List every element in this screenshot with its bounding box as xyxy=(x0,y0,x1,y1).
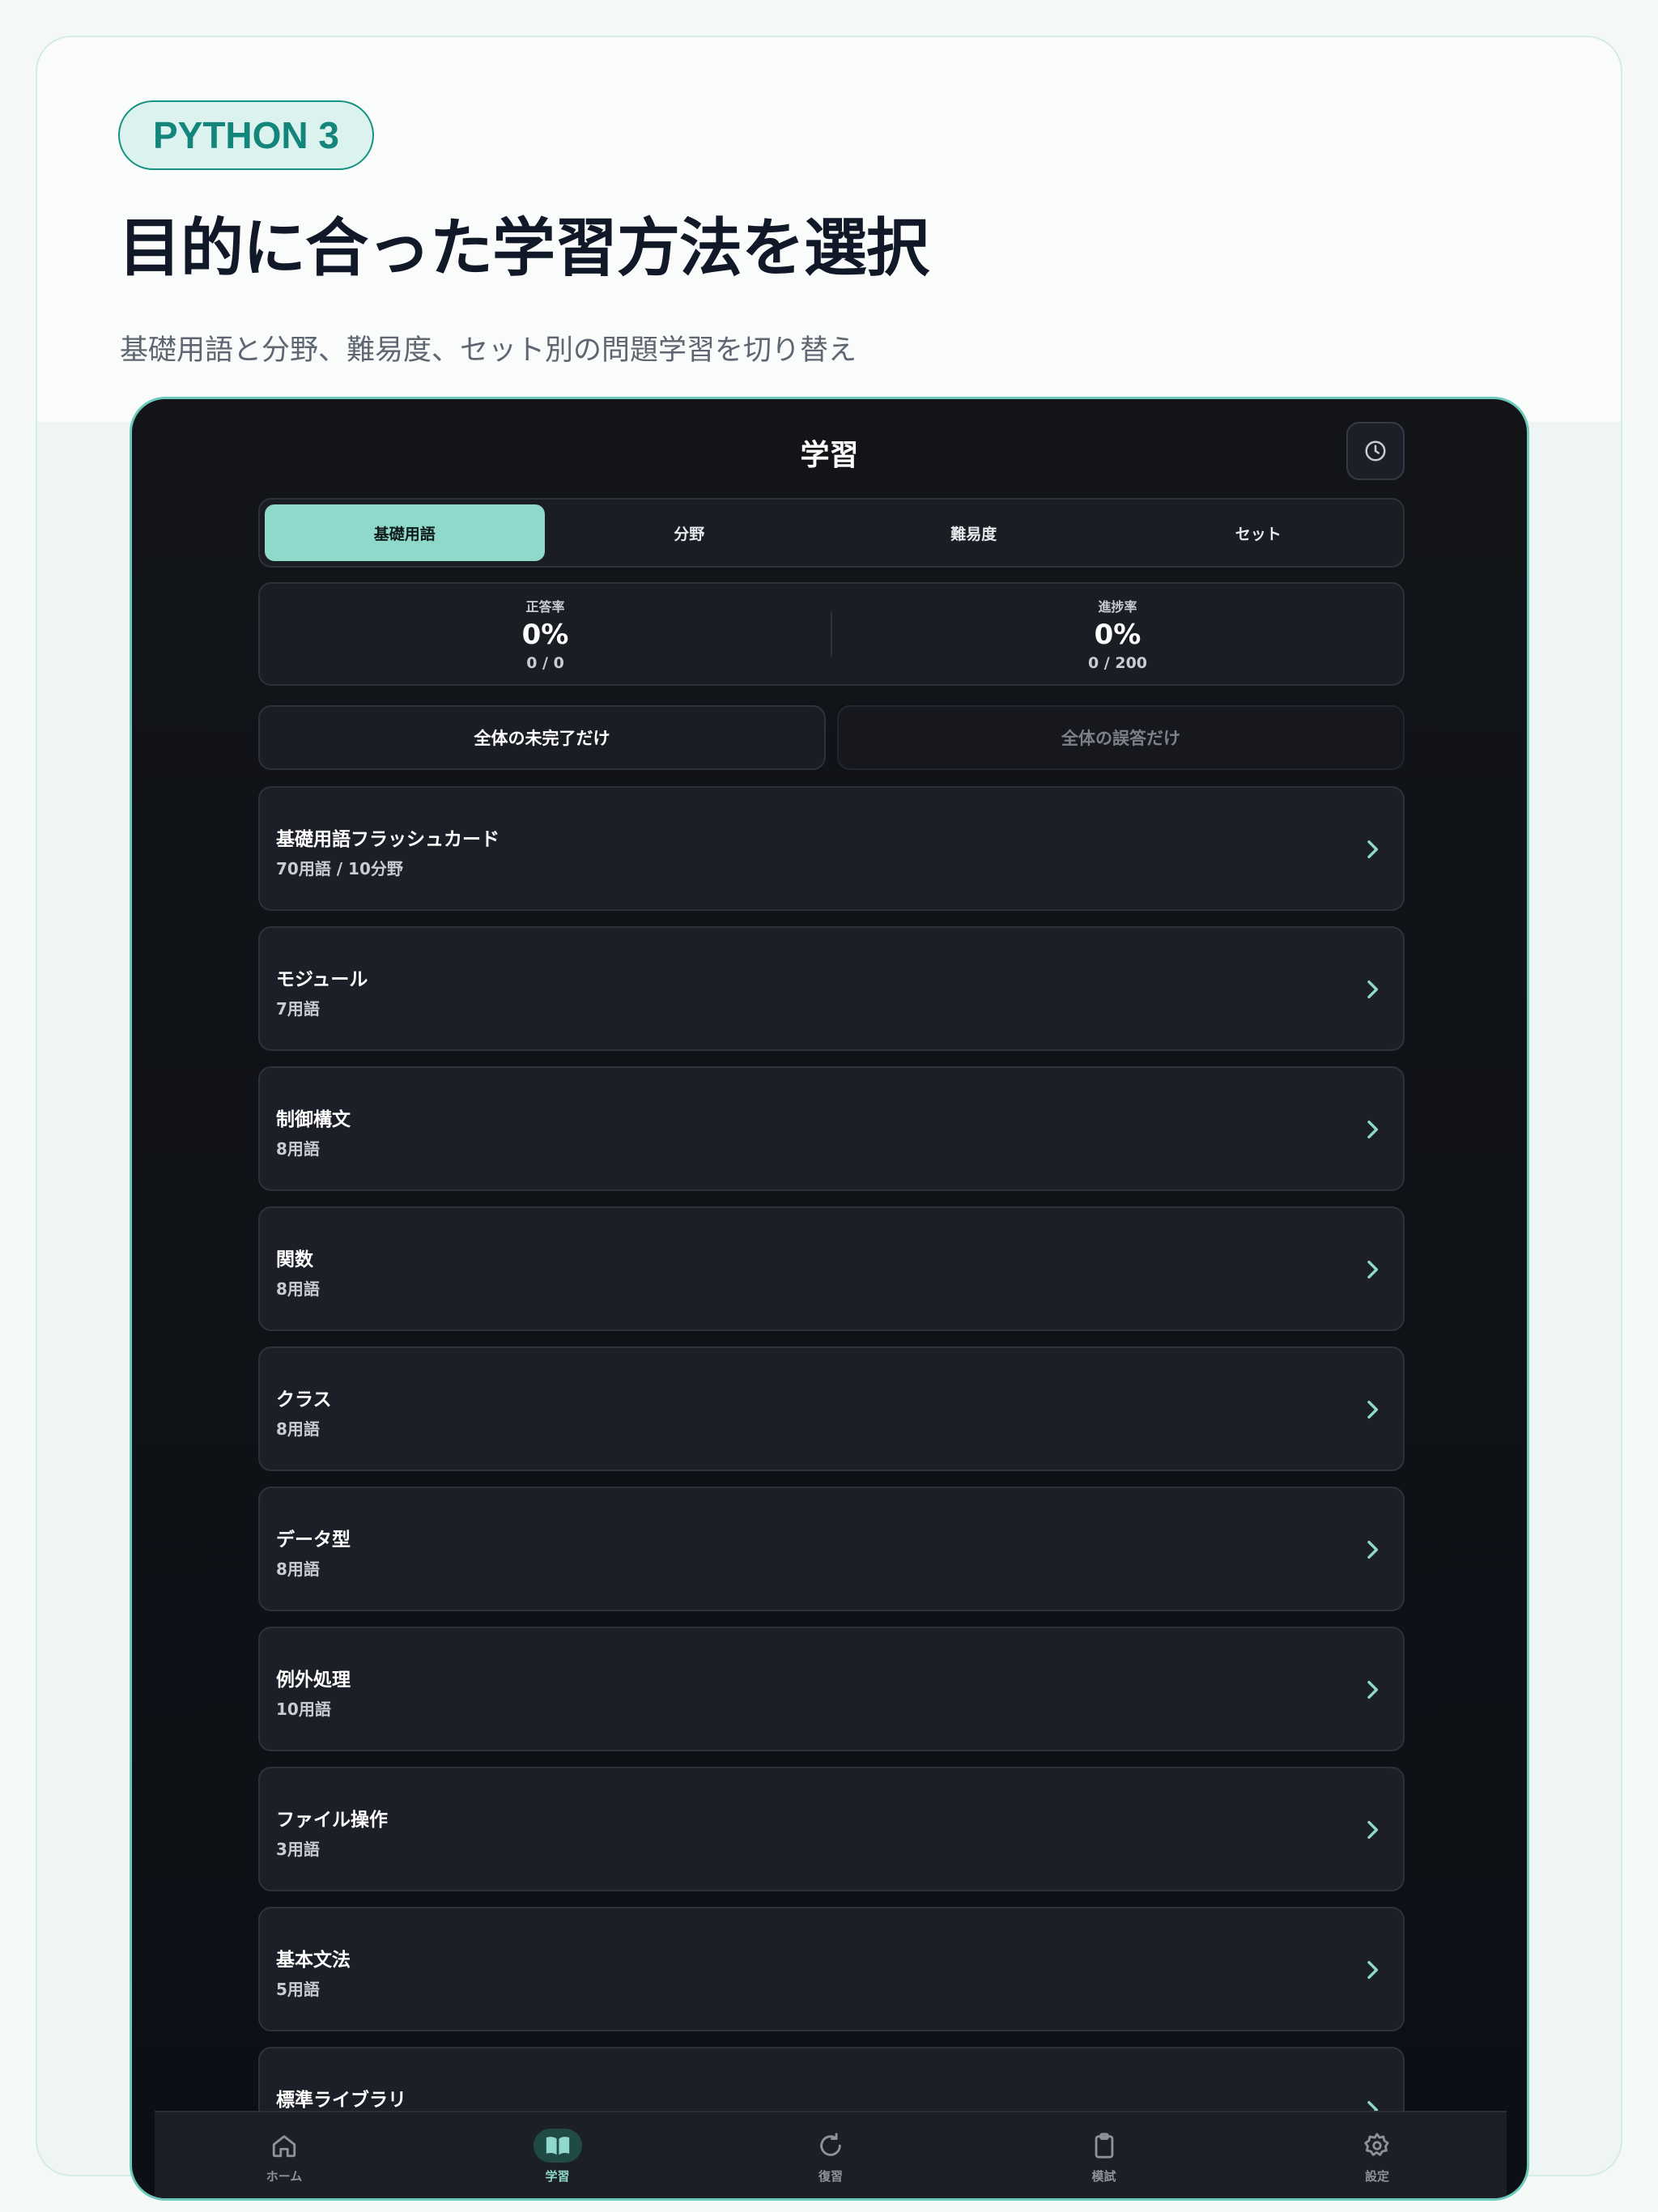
list-item[interactable]: ファイル操作 3用語 xyxy=(258,1767,1405,1891)
language-badge: PYTHON 3 xyxy=(118,100,374,170)
wrong-only-button[interactable]: 全体の誤答だけ xyxy=(837,705,1405,770)
segment-basic-terms[interactable]: 基礎用語 xyxy=(265,504,545,561)
list-item[interactable]: 基礎用語フラッシュカード 70用語 / 10分野 xyxy=(258,786,1405,911)
list-item-count: 5用語 xyxy=(276,1980,320,1999)
list-item-count: 8用語 xyxy=(276,1419,320,1439)
tab-study[interactable]: 学習 xyxy=(509,2112,606,2198)
segment-field[interactable]: 分野 xyxy=(550,504,830,561)
tab-label: ホーム xyxy=(266,2169,303,2184)
progress-value: 0% xyxy=(1094,619,1141,651)
list-item-count: 10用語 xyxy=(276,1699,331,1719)
list-item-count: 8用語 xyxy=(276,1559,320,1579)
list-item[interactable]: モジュール 7用語 xyxy=(258,926,1405,1051)
tab-label: 復習 xyxy=(818,2169,843,2184)
screen-title: 学習 xyxy=(800,439,859,472)
list-item-count: 8用語 xyxy=(276,1279,320,1299)
headline: 目的に合った学習方法を選択 xyxy=(118,212,929,285)
list-item-count: 70用語 / 10分野 xyxy=(276,859,403,878)
accuracy-value: 0% xyxy=(521,619,569,651)
tablet-screen: 学習 基礎用語 分野 難易度 セット 正答率 0% 0 / 0 進捗率 0% 0… xyxy=(130,397,1529,2201)
category-list: 基礎用語フラッシュカード 70用語 / 10分野 モジュール 7用語 制御構文 … xyxy=(258,786,1405,2187)
progress-label: 進捗率 xyxy=(1098,599,1137,615)
list-item-title: 標準ライブラリ xyxy=(276,2090,406,2111)
chevron-right-icon xyxy=(1367,1680,1379,1699)
list-item-title: 基本文法 xyxy=(276,1950,351,1971)
list-item-title: 制御構文 xyxy=(276,1109,351,1130)
list-item-title: ファイル操作 xyxy=(276,1810,388,1831)
list-item-count: 3用語 xyxy=(276,1840,320,1859)
chevron-right-icon xyxy=(1367,1120,1379,1139)
chevron-right-icon xyxy=(1367,1400,1379,1419)
list-item[interactable]: データ型 8用語 xyxy=(258,1487,1405,1611)
chevron-right-icon xyxy=(1367,1820,1379,1840)
study-mode-segmented-control: 基礎用語 分野 難易度 セット xyxy=(258,498,1405,568)
tab-settings[interactable]: 設定 xyxy=(1329,2112,1426,2198)
tab-home[interactable]: ホーム xyxy=(236,2112,333,2198)
clock-icon xyxy=(1365,440,1386,462)
chevron-right-icon xyxy=(1367,1960,1379,1980)
list-item-title: モジュール xyxy=(276,969,368,990)
incomplete-only-button[interactable]: 全体の未完了だけ xyxy=(258,705,826,770)
clipboard-icon xyxy=(1095,2133,1113,2159)
history-button[interactable] xyxy=(1346,422,1405,480)
list-item-title: 関数 xyxy=(276,1249,313,1270)
filter-row: 全体の未完了だけ 全体の誤答だけ xyxy=(258,705,1405,770)
tab-label: 学習 xyxy=(545,2169,570,2184)
list-item-count: 8用語 xyxy=(276,1139,320,1159)
progress-stat: 進捗率 0% 0 / 200 xyxy=(832,584,1403,684)
list-item[interactable]: 制御構文 8用語 xyxy=(258,1066,1405,1191)
chevron-right-icon xyxy=(1367,840,1379,859)
list-item-title: データ型 xyxy=(276,1529,351,1551)
gear-icon xyxy=(1364,2133,1389,2156)
tab-review[interactable]: 復習 xyxy=(782,2112,879,2198)
list-item[interactable]: 例外処理 10用語 xyxy=(258,1627,1405,1751)
accuracy-count: 0 / 0 xyxy=(526,654,564,672)
home-icon xyxy=(272,2135,296,2158)
list-item[interactable]: クラス 8用語 xyxy=(258,1346,1405,1471)
refresh-icon xyxy=(820,2133,841,2156)
list-item[interactable]: 基本文法 5用語 xyxy=(258,1907,1405,2031)
progress-count: 0 / 200 xyxy=(1087,654,1148,672)
list-item-title: クラス xyxy=(276,1389,332,1410)
tab-label: 模試 xyxy=(1091,2169,1116,2184)
chevron-right-icon xyxy=(1367,980,1379,999)
list-item-title: 基礎用語フラッシュカード xyxy=(276,829,500,850)
list-item-title: 例外処理 xyxy=(276,1670,351,1691)
stats-card: 正答率 0% 0 / 0 進捗率 0% 0 / 200 xyxy=(258,582,1405,686)
list-item-count: 7用語 xyxy=(276,999,320,1019)
tab-mock-exam[interactable]: 模試 xyxy=(1056,2112,1153,2198)
segment-difficulty[interactable]: 難易度 xyxy=(834,504,1114,561)
accuracy-label: 正答率 xyxy=(525,599,565,615)
book-icon xyxy=(546,2137,569,2155)
chevron-right-icon xyxy=(1367,1540,1379,1559)
chevron-right-icon xyxy=(1367,1260,1379,1279)
tab-label: 設定 xyxy=(1364,2169,1389,2184)
accuracy-stat: 正答率 0% 0 / 0 xyxy=(260,584,831,684)
bottom-tab-bar: ホーム 学習 復習 模試 設定 xyxy=(155,2111,1507,2198)
segment-set[interactable]: セット xyxy=(1119,504,1399,561)
list-item[interactable]: 関数 8用語 xyxy=(258,1206,1405,1331)
subheadline: 基礎用語と分野、難易度、セット別の問題学習を切り替え xyxy=(120,334,857,367)
